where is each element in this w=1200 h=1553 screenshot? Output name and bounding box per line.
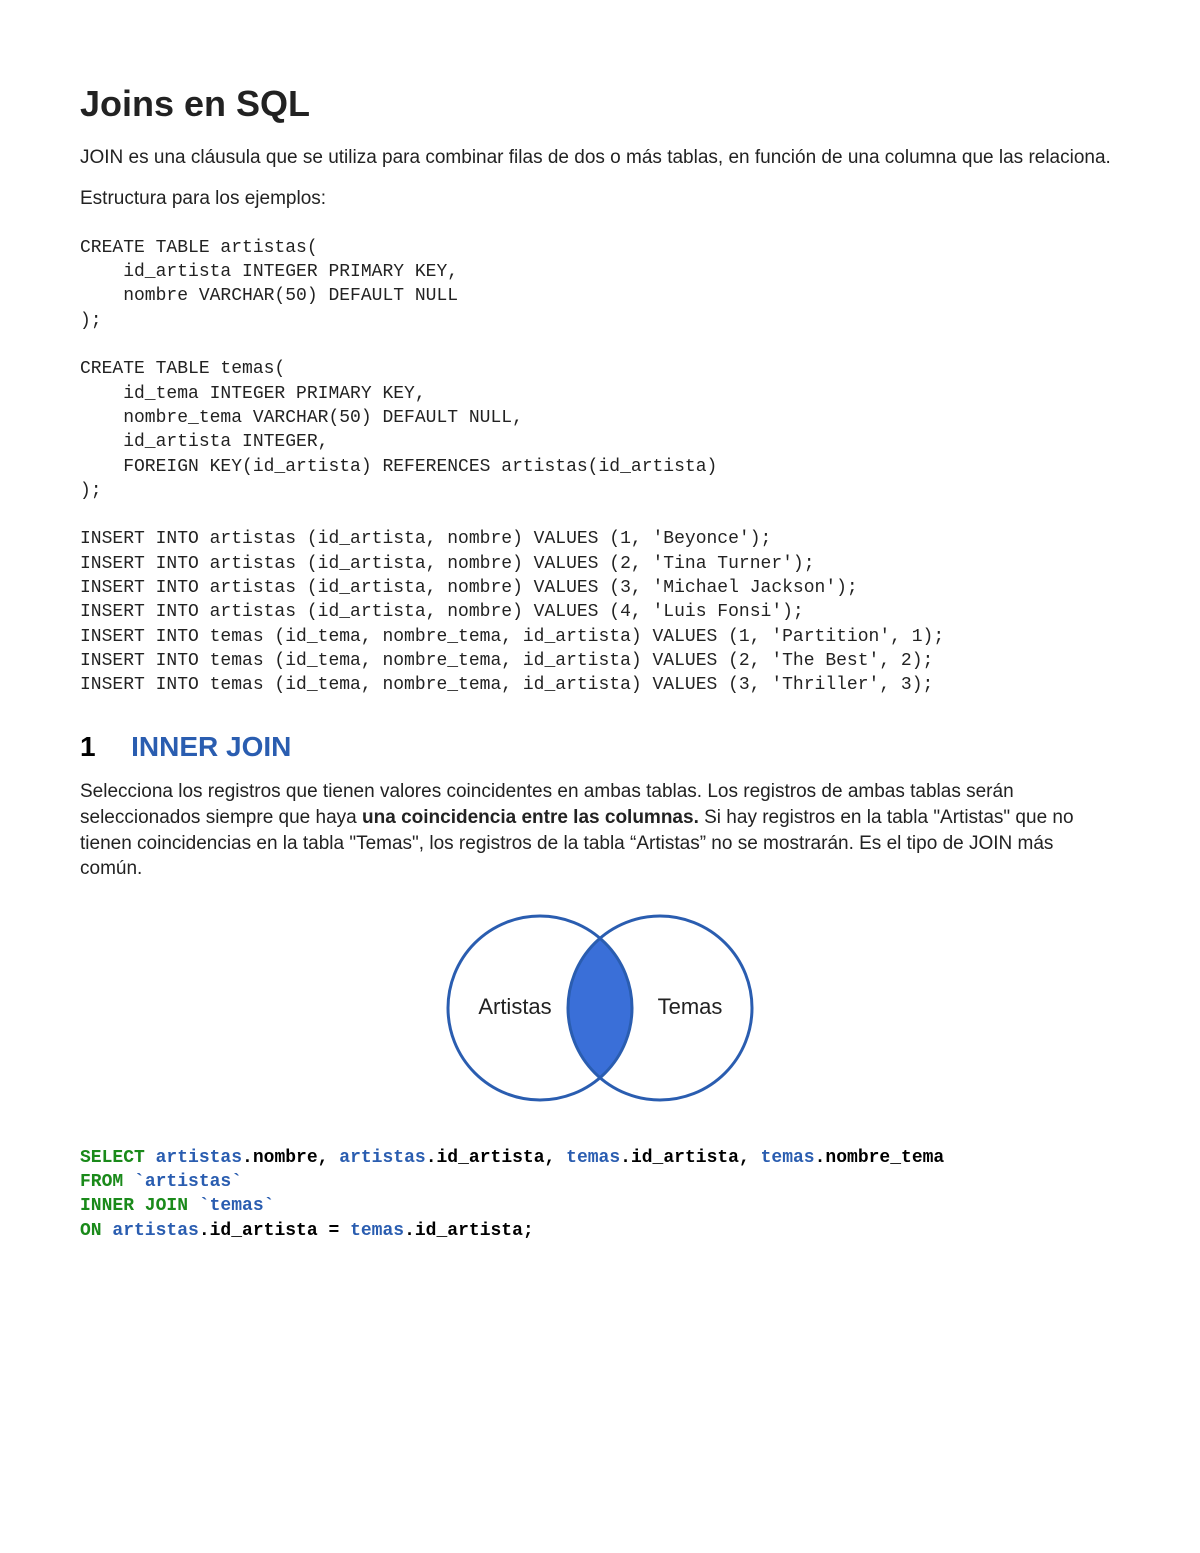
tbl-artistas-2: artistas (339, 1148, 425, 1168)
on-temas: temas (350, 1221, 404, 1241)
comma-3: , (739, 1148, 761, 1168)
venn-left-label: Artistas (478, 994, 551, 1019)
section-number: 1 (80, 728, 96, 766)
inner-join-query: SELECT artistas.nombre, artistas.id_arti… (80, 1146, 1120, 1243)
col-id-artista-2: .id_artista (620, 1148, 739, 1168)
schema-code-block: CREATE TABLE artistas( id_artista INTEGE… (80, 236, 1120, 698)
intro-paragraph-1: JOIN es una cláusula que se utiliza para… (80, 145, 1120, 171)
on-artistas: artistas (112, 1221, 198, 1241)
intro-paragraph-2: Estructura para los ejemplos: (80, 186, 1120, 212)
venn-right-label: Temas (658, 994, 723, 1019)
tbl-temas-1: temas (566, 1148, 620, 1168)
kw-inner-join: INNER JOIN (80, 1196, 199, 1216)
kw-from: FROM (80, 1172, 134, 1192)
venn-diagram: Artistas Temas (80, 908, 1120, 1116)
col-nombre-tema: .nombre_tema (815, 1148, 945, 1168)
section-heading-inner-join: 1 INNER JOIN (80, 728, 1120, 766)
comma-1: , (318, 1148, 340, 1168)
kw-select: SELECT (80, 1148, 156, 1168)
tbl-temas-2: temas (761, 1148, 815, 1168)
desc-bold: una coincidencia entre las columnas. (362, 807, 699, 828)
kw-on: ON (80, 1221, 112, 1241)
col-nombre: .nombre (242, 1148, 318, 1168)
page-title: Joins en SQL (80, 80, 1120, 129)
tbl-artistas-1: artistas (156, 1148, 242, 1168)
on-col-1: .id_artista (199, 1221, 318, 1241)
col-id-artista-1: .id_artista (426, 1148, 545, 1168)
eq: = (318, 1221, 350, 1241)
bt-artistas: `artistas` (134, 1172, 242, 1192)
section-title: INNER JOIN (131, 728, 291, 766)
comma-2: , (545, 1148, 567, 1168)
bt-temas: `temas` (199, 1196, 275, 1216)
section-description: Selecciona los registros que tienen valo… (80, 779, 1120, 882)
on-col-2: .id_artista; (404, 1221, 534, 1241)
